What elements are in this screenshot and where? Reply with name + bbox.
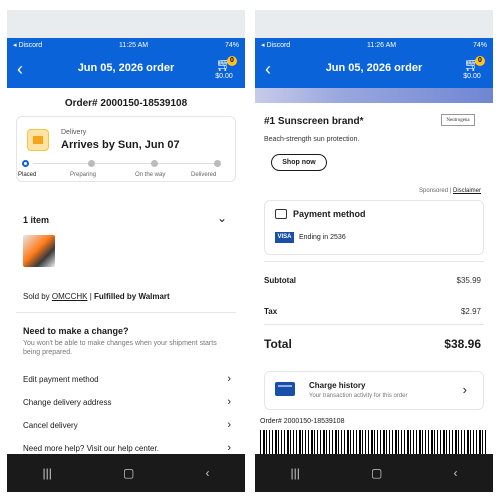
screenshot-collage: ◂ Discord 11:25 AM 74% ‹ Jun 05, 2026 or… xyxy=(0,0,500,500)
chevron-right-icon: › xyxy=(462,382,467,397)
fulfilled-by: Fulfilled by Walmart xyxy=(94,292,170,301)
home-button[interactable]: ▢ xyxy=(371,466,382,480)
cart-button[interactable]: 🛒︎ 0 $0.00 xyxy=(461,56,485,84)
status-time: 11:26 AM xyxy=(367,41,397,49)
order-details: #1 Sunscreen brand* Neutrogena Beach-str… xyxy=(255,88,493,456)
status-carrier: ◂ Discord xyxy=(13,42,43,49)
header-bar: ‹ Jun 05, 2026 order 🛒︎ 0 $0.00 xyxy=(7,52,245,88)
delivery-label: Delivery xyxy=(61,129,87,136)
cart-total: $0.00 xyxy=(463,73,481,80)
chevron-right-icon: › xyxy=(227,419,231,431)
status-battery: 74% xyxy=(472,41,487,49)
tracker-line xyxy=(33,163,217,164)
delivery-arrival: Arrives by Sun, Jun 07 xyxy=(61,139,180,151)
charge-history-title: Charge history xyxy=(309,381,366,390)
chevron-right-icon: › xyxy=(227,396,231,408)
shop-now-button[interactable]: Shop now xyxy=(271,154,327,171)
total-row: Total $38.96 xyxy=(264,337,481,351)
page-title: Jun 05, 2026 order xyxy=(325,62,423,74)
seller-line: Sold by OMCCHK | Fulfilled by Walmart xyxy=(23,292,170,301)
status-bar: ◂ Discord 11:25 AM 74% xyxy=(7,38,245,52)
payment-method-card: Payment method VISA Ending in 2536 xyxy=(264,200,484,255)
edit-payment-method-link[interactable]: Edit payment method › xyxy=(23,372,231,386)
tracker-label: Placed xyxy=(18,172,37,178)
tracker-step-delivered xyxy=(214,160,221,167)
ad-subline: Beach-strength sun protection. xyxy=(264,136,360,143)
cart-total: $0.00 xyxy=(215,73,233,80)
total-value: $38.96 xyxy=(444,337,481,351)
tracker-label: On the way xyxy=(135,172,166,178)
phone-left: ◂ Discord 11:25 AM 74% ‹ Jun 05, 2026 or… xyxy=(7,10,245,492)
sponsored-line: Sponsored | Disclaimer xyxy=(419,188,481,194)
tracker-step-preparing xyxy=(88,160,95,167)
disclaimer-link[interactable]: Disclaimer xyxy=(453,188,481,194)
tax-value: $2.97 xyxy=(460,307,481,316)
items-heading: 1 item xyxy=(23,215,50,225)
status-bar: ◂ Discord 11:26 AM 74% xyxy=(255,38,493,52)
charge-history-card[interactable]: Charge history Your transaction activity… xyxy=(264,371,484,410)
sponsored-label: Sponsored xyxy=(419,188,449,194)
divider xyxy=(16,312,236,313)
status-time: 11:25 AM xyxy=(119,41,149,49)
chevron-right-icon: › xyxy=(227,442,231,454)
tracker-label: Delivered xyxy=(191,172,217,178)
chevron-down-icon[interactable]: ⌄ xyxy=(217,211,227,225)
change-heading: Need to make a change? xyxy=(23,326,129,336)
order-number: Order# 2000150-18539108 xyxy=(260,418,345,425)
home-button[interactable]: ▢ xyxy=(123,466,134,480)
tracker-step-on-the-way xyxy=(151,160,158,167)
action-label: Edit payment method xyxy=(23,374,99,384)
cancel-delivery-link[interactable]: Cancel delivery › xyxy=(23,418,231,432)
cart-count-badge: 0 xyxy=(227,56,237,66)
seller-link[interactable]: OMCCHK xyxy=(52,292,88,301)
tax-label: Tax xyxy=(264,307,278,316)
ad-hero-image[interactable] xyxy=(255,88,493,103)
recents-button[interactable]: ||| xyxy=(291,466,300,480)
visa-logo: VISA xyxy=(275,232,294,243)
cart-button[interactable]: 🛒︎ 0 $0.00 xyxy=(213,56,237,84)
cart-count-badge: 0 xyxy=(475,56,485,66)
help-center-link[interactable]: Need more help? Visit our help center. › xyxy=(23,441,231,455)
change-delivery-address-link[interactable]: Change delivery address › xyxy=(23,395,231,409)
header-bar: ‹ Jun 05, 2026 order 🛒︎ 0 $0.00 xyxy=(255,52,493,88)
product-thumbnail[interactable] xyxy=(23,235,55,267)
back-button[interactable]: ‹ xyxy=(205,466,209,480)
change-note: You won't be able to make changes when y… xyxy=(23,340,217,356)
action-label: Cancel delivery xyxy=(23,420,78,430)
order-barcode xyxy=(260,430,488,456)
android-nav-bar: ||| ▢ ‹ xyxy=(255,454,493,492)
delivery-card: Delivery Arrives by Sun, Jun 07 Placed P… xyxy=(16,116,236,182)
chevron-right-icon: › xyxy=(227,373,231,385)
back-button[interactable]: ‹ xyxy=(453,466,457,480)
page-title: Jun 05, 2026 order xyxy=(77,62,175,74)
subtotal-label: Subtotal xyxy=(264,276,296,285)
order-number: Order# 2000150-18539108 xyxy=(64,98,188,109)
card-ending: Ending in 2536 xyxy=(299,234,346,241)
charge-history-icon xyxy=(275,382,295,396)
box-icon xyxy=(27,129,49,151)
payment-method-title: Payment method xyxy=(293,209,366,219)
divider xyxy=(264,324,484,325)
charge-history-subtitle: Your transaction activity for this order xyxy=(309,393,408,399)
android-nav-bar: ||| ▢ ‹ xyxy=(7,454,245,492)
total-label: Total xyxy=(264,337,292,351)
tax-row: Tax $2.97 xyxy=(264,307,481,316)
tracker-label: Preparing xyxy=(70,172,97,178)
recents-button[interactable]: ||| xyxy=(43,466,52,480)
brand-logo: Neutrogena xyxy=(441,114,475,126)
status-battery: 74% xyxy=(224,41,239,49)
ad-headline: #1 Sunscreen brand* xyxy=(264,116,364,127)
tracker-step-placed xyxy=(22,160,29,167)
phone-right: ◂ Discord 11:26 AM 74% ‹ Jun 05, 2026 or… xyxy=(255,10,493,492)
status-carrier: ◂ Discord xyxy=(261,42,291,49)
order-details: Order# 2000150-18539108 Delivery Arrives… xyxy=(7,88,245,454)
credit-card-icon xyxy=(275,209,287,219)
divider xyxy=(264,261,484,262)
sold-by-label: Sold by xyxy=(23,292,52,301)
action-label: Change delivery address xyxy=(23,397,112,407)
subtotal-value: $35.99 xyxy=(456,276,481,285)
subtotal-row: Subtotal $35.99 xyxy=(264,276,481,285)
action-label: Need more help? Visit our help center. xyxy=(23,443,159,453)
